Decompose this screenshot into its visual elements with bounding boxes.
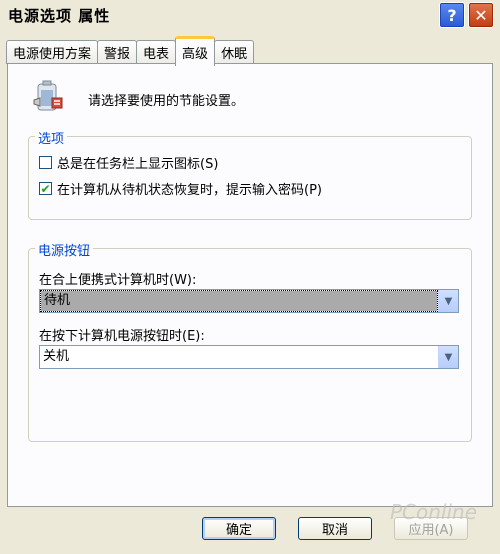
show-icon-row[interactable]: 总是在任务栏上显示图标(S) <box>39 153 218 172</box>
show-icon-label: 总是在任务栏上显示图标(S) <box>57 157 219 172</box>
options-group: 选项 总是在任务栏上显示图标(S) ✔ 在计算机从待机状态恢复时，提示输入密码(… <box>28 128 472 220</box>
tab-hibernate[interactable]: 休眠 <box>214 40 255 64</box>
ok-button[interactable]: 确定 <box>202 517 276 540</box>
tab-power-schemes[interactable]: 电源使用方案 <box>6 40 99 64</box>
tab-strip: 电源使用方案 警报 电表 高级 休眠 <box>6 36 255 66</box>
power-battery-icon <box>33 80 63 111</box>
lid-close-select[interactable]: 待机 ▼ <box>39 289 459 313</box>
cancel-button[interactable]: 取消 <box>298 517 372 540</box>
title-bar: 电源选项 属性 ? ✕ <box>0 0 500 30</box>
advanced-tab-panel: 请选择要使用的节能设置。 选项 总是在任务栏上显示图标(S) ✔ 在计算机从待机… <box>7 63 493 507</box>
window-title: 电源选项 属性 <box>8 7 111 25</box>
pconline-watermark: PConline <box>390 500 478 524</box>
power-button-select[interactable]: 关机 ▼ <box>39 345 459 369</box>
show-icon-checkbox[interactable] <box>39 156 52 169</box>
prompt-password-checkbox[interactable]: ✔ <box>39 182 52 195</box>
power-buttons-group-legend: 电源按钮 <box>35 240 94 259</box>
prompt-password-label: 在计算机从待机状态恢复时，提示输入密码(P) <box>57 183 322 198</box>
help-button[interactable]: ? <box>439 2 465 28</box>
options-group-legend: 选项 <box>35 128 68 147</box>
tab-power-meter[interactable]: 电表 <box>136 40 177 64</box>
lid-close-value: 待机 <box>40 290 438 312</box>
power-button-label: 在按下计算机电源按钮时(E): <box>39 329 205 344</box>
power-button-value: 关机 <box>43 349 70 364</box>
chevron-down-icon[interactable]: ▼ <box>438 290 458 312</box>
tab-advanced[interactable]: 高级 <box>175 36 216 66</box>
chevron-down-icon[interactable]: ▼ <box>438 346 458 368</box>
prompt-password-row[interactable]: ✔ 在计算机从待机状态恢复时，提示输入密码(P) <box>39 179 322 198</box>
checkmark-icon: ✔ <box>40 181 51 196</box>
close-button[interactable]: ✕ <box>468 2 494 28</box>
power-buttons-group: 电源按钮 在合上便携式计算机时(W): 待机 ▼ 在按下计算机电源按钮时(E):… <box>28 240 472 442</box>
intro-text: 请选择要使用的节能设置。 <box>88 94 245 109</box>
tab-alarms[interactable]: 警报 <box>97 40 138 64</box>
lid-close-label: 在合上便携式计算机时(W): <box>39 273 197 288</box>
